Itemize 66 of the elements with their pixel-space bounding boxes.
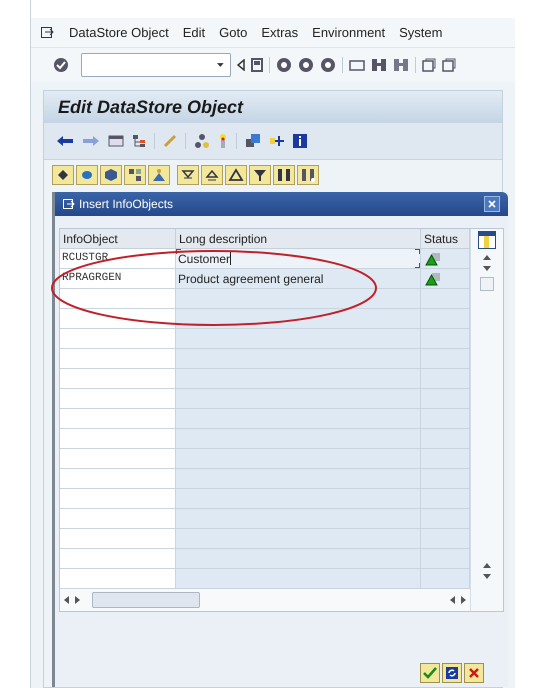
window-icon [63,198,75,210]
column-header[interactable]: InfoObject [60,229,176,248]
scrollbar-thumb[interactable] [480,277,494,291]
column-header[interactable]: Long description [176,229,421,248]
collapse-icon [204,167,220,183]
table-cell: RPRAGRGEN [60,269,176,288]
filter-icon [252,167,268,183]
input-field[interactable]: Customer [176,249,421,268]
mountain-icon [151,167,167,183]
scroll-left-icon[interactable] [64,596,70,604]
info-icon[interactable] [293,134,307,148]
refresh-button[interactable] [442,663,462,683]
close-icon [488,200,496,208]
scroll-down-icon[interactable] [482,266,490,271]
scroll-down-icon[interactable] [482,574,490,579]
focus-corner-icon [176,249,181,254]
menu-item[interactable]: Environment [312,22,386,42]
triangle-button[interactable] [225,165,247,185]
panel-icon[interactable] [108,135,124,147]
back-triangle-icon[interactable] [237,59,245,71]
scroll-right-icon[interactable] [460,596,466,604]
connector-icon[interactable] [269,134,285,148]
hierarchy-icon[interactable] [132,134,146,148]
left-arrow-icon[interactable] [56,135,74,147]
table-cell: RCUSTGR [60,249,176,268]
lamp-icon[interactable] [218,133,228,149]
status-icon [425,272,441,286]
mountain-button[interactable] [148,165,170,185]
column-header[interactable]: Status [421,229,470,248]
close-button[interactable] [484,196,500,212]
window-icon[interactable] [41,26,55,38]
dialog-title: Insert InfoObjects [79,196,174,213]
checkmark-icon [423,667,437,679]
diamond-button[interactable] [52,165,74,185]
page-icon[interactable] [442,58,456,72]
menu-item[interactable]: System [399,22,442,42]
scroll-left-icon[interactable] [450,596,456,604]
refresh-icon [445,666,459,680]
check-icon[interactable] [53,57,69,73]
menu-item[interactable]: DataStore Object [69,22,169,42]
dropdown-icon [217,63,224,67]
text-cursor [230,252,232,265]
table-settings-icon[interactable] [478,231,496,249]
scroll-up-icon[interactable] [482,563,490,568]
expand-button[interactable] [177,165,199,185]
objects-icon[interactable] [245,133,261,149]
filter-button[interactable] [249,165,271,185]
blocks-icon [127,167,143,183]
scroll-right-icon[interactable] [74,596,80,604]
scrollbar-thumb[interactable] [92,592,200,608]
menu-item[interactable]: Edit [182,22,206,42]
cancel-button[interactable] [464,663,484,683]
command-field[interactable] [81,53,231,77]
menu-item[interactable]: Extras [261,22,298,42]
collapse-button[interactable] [201,165,223,185]
status-icon [425,252,441,266]
table-cell: Product agreement general [176,269,421,288]
page-icon[interactable] [422,58,436,72]
focus-corner-icon [415,249,420,254]
menu-item[interactable]: Goto [219,22,248,42]
focus-corner-icon [415,263,420,268]
blocks-button[interactable] [124,165,146,185]
save-icon[interactable] [251,58,263,72]
scroll-up-icon[interactable] [482,255,490,260]
triangle-icon [228,167,244,183]
confirm-button[interactable] [420,663,440,683]
